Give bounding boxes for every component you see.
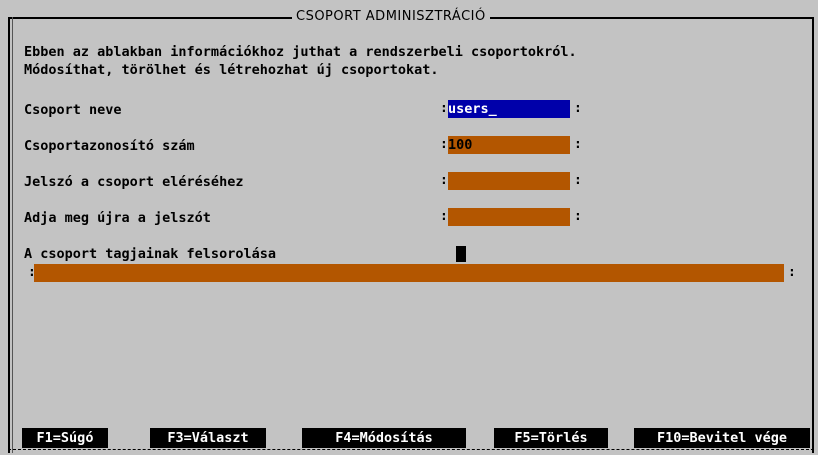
text-cursor [456,246,466,262]
field-colon-right: : [574,101,582,116]
members-input[interactable] [34,264,784,282]
window-frame-bottom [8,449,814,450]
group-id-input[interactable]: 100 [448,136,570,154]
password-confirm-input[interactable] [448,208,570,226]
field-colon-left: : [440,101,448,116]
intro-text-line-1: Ebben az ablakban információkhoz juthat … [24,44,577,60]
password-label: Jelszó a csoport eléréséhez [24,174,244,190]
field-colon-left: : [440,173,448,188]
field-colon-left: : [440,137,448,152]
f5-delete-button[interactable]: F5=Törlés [494,428,608,448]
group-admin-window: CSOPORT ADMINISZTRÁCIÓ Ebben az ablakban… [8,8,814,453]
field-colon-right: : [574,209,582,224]
f1-help-button[interactable]: F1=Súgó [22,428,108,448]
f4-modify-button[interactable]: F4=Módosítás [302,428,466,448]
group-id-label: Csoportazonosító szám [24,138,195,154]
password-confirm-label: Adja meg újra a jelszót [24,210,211,226]
password-input[interactable] [448,172,570,190]
field-colon-right: : [788,265,796,280]
field-colon-right: : [574,137,582,152]
f3-select-button[interactable]: F3=Választ [150,428,266,448]
window-frame-right [812,17,814,453]
window-title: CSOPORT ADMINISZTRÁCIÓ [292,8,490,26]
window-frame-left-inner [12,17,13,453]
f10-end-input-button[interactable]: F10=Bevitel vége [634,428,810,448]
window-frame-left [8,17,10,453]
field-colon-right: : [574,173,582,188]
intro-text-line-2: Módosíthat, törölhet és létrehozhat új c… [24,62,439,78]
group-name-label: Csoport neve [24,102,122,118]
field-colon-left: : [440,209,448,224]
members-label: A csoport tagjainak felsorolása [24,246,276,262]
group-name-input[interactable]: users_ [448,100,570,118]
